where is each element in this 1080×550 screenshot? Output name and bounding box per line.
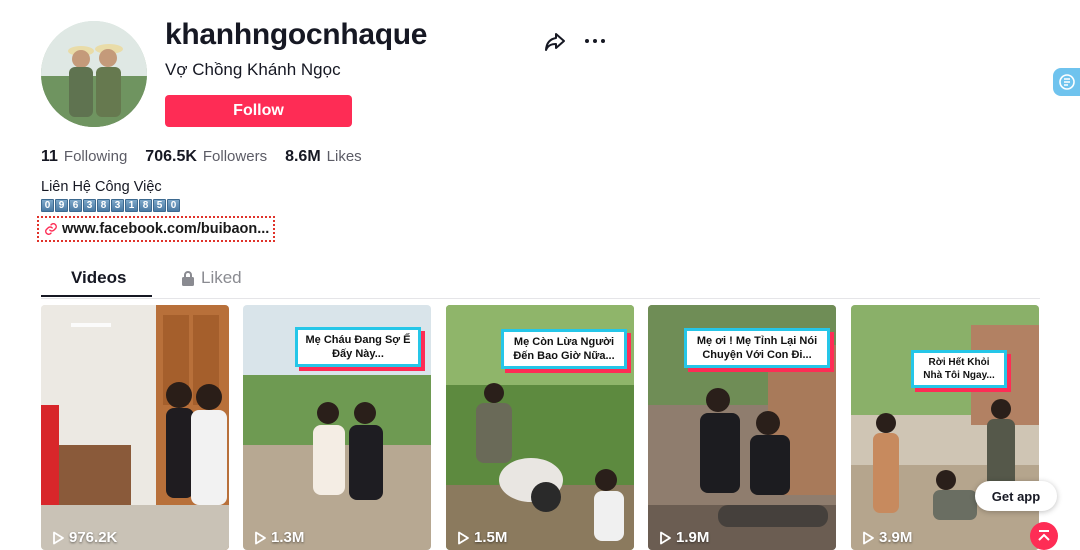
video-views-count: 1.5M [474, 529, 508, 546]
video-views: 1.9M [658, 529, 709, 546]
phone-digit: 1 [125, 199, 138, 212]
phone-digit: 8 [139, 199, 152, 212]
phone-digit: 8 [97, 199, 110, 212]
tab-liked-label: Liked [201, 268, 242, 287]
bio-text: Liên Hệ Công Việc [41, 179, 162, 195]
video-card[interactable]: Mẹ Cháu Đang Sợ Ế Đấy Này... 1.3M [243, 305, 431, 550]
extension-widget-icon[interactable] [1053, 68, 1080, 96]
stat-likes: 8.6M Likes [285, 148, 362, 166]
phone-digit: 3 [111, 199, 124, 212]
link-icon [45, 223, 57, 235]
stat-following[interactable]: 11 Following [41, 148, 127, 166]
video-card[interactable]: Mẹ Còn Lừa Người Đến Bao Giờ Nữa... 1.5M [446, 305, 634, 550]
play-icon [863, 531, 874, 544]
stat-followers[interactable]: 706.5K Followers [145, 148, 267, 166]
video-views-count: 1.9M [676, 529, 710, 546]
nickname: Vợ Chồng Khánh Ngọc [165, 60, 341, 79]
video-caption: Rời Hết Khỏi Nhà Tôi Ngay... [911, 350, 1007, 388]
arrow-up-icon [1038, 530, 1050, 541]
likes-count: 8.6M [285, 148, 321, 165]
video-views: 1.5M [456, 529, 507, 546]
video-card[interactable]: Mẹ ơi ! Mẹ Tỉnh Lại Nói Chuyện Với Con Đ… [648, 305, 836, 550]
video-views: 3.9M [861, 529, 912, 546]
lock-icon [182, 271, 194, 286]
bio-link-text: www.facebook.com/buibaon... [62, 221, 270, 237]
play-icon [660, 531, 671, 544]
likes-label: Likes [326, 148, 362, 165]
phone-digit: 9 [55, 199, 68, 212]
video-caption: Mẹ Cháu Đang Sợ Ế Đấy Này... [295, 327, 421, 367]
video-views: 976.2K [51, 529, 117, 546]
tab-active-indicator [41, 295, 152, 297]
video-card[interactable]: Rời Hết Khỏi Nhà Tôi Ngay... 3.9M [851, 305, 1039, 550]
video-caption: Mẹ Còn Lừa Người Đến Bao Giờ Nữa... [501, 329, 627, 369]
video-views-count: 1.3M [271, 529, 305, 546]
following-label: Following [63, 148, 128, 165]
get-app-button[interactable]: Get app [975, 481, 1057, 511]
profile-tabs: Videos Liked [41, 262, 1040, 299]
bio-link[interactable]: www.facebook.com/buibaon... [37, 216, 275, 242]
video-caption: Mẹ ơi ! Mẹ Tỉnh Lại Nói Chuyện Với Con Đ… [684, 328, 830, 368]
phone-digit: 0 [41, 199, 54, 212]
profile-stats: 11 Following 706.5K Followers 8.6M Likes [41, 148, 380, 166]
followers-label: Followers [202, 148, 268, 165]
video-views-count: 976.2K [69, 529, 118, 546]
avatar[interactable] [41, 21, 147, 127]
tab-liked[interactable]: Liked [181, 268, 242, 288]
scroll-to-top-button[interactable] [1030, 522, 1058, 550]
follow-button[interactable]: Follow [165, 95, 352, 127]
phone-digit: 3 [83, 199, 96, 212]
phone-digit: 5 [153, 199, 166, 212]
username: khanhngocnhaque [165, 18, 428, 51]
more-icon[interactable] [583, 30, 607, 52]
following-count: 11 [41, 148, 58, 165]
play-icon [255, 531, 266, 544]
play-icon [458, 531, 469, 544]
video-card[interactable]: 976.2K [41, 305, 229, 550]
video-views: 1.3M [253, 529, 304, 546]
phone-digit: 0 [167, 199, 180, 212]
video-views-count: 3.9M [879, 529, 913, 546]
play-icon [53, 531, 64, 544]
followers-count: 706.5K [145, 148, 197, 165]
tab-videos[interactable]: Videos [71, 268, 126, 288]
share-icon[interactable] [543, 30, 567, 54]
bio-phone: 0 9 6 3 8 3 1 8 5 0 [41, 199, 180, 212]
phone-digit: 6 [69, 199, 82, 212]
